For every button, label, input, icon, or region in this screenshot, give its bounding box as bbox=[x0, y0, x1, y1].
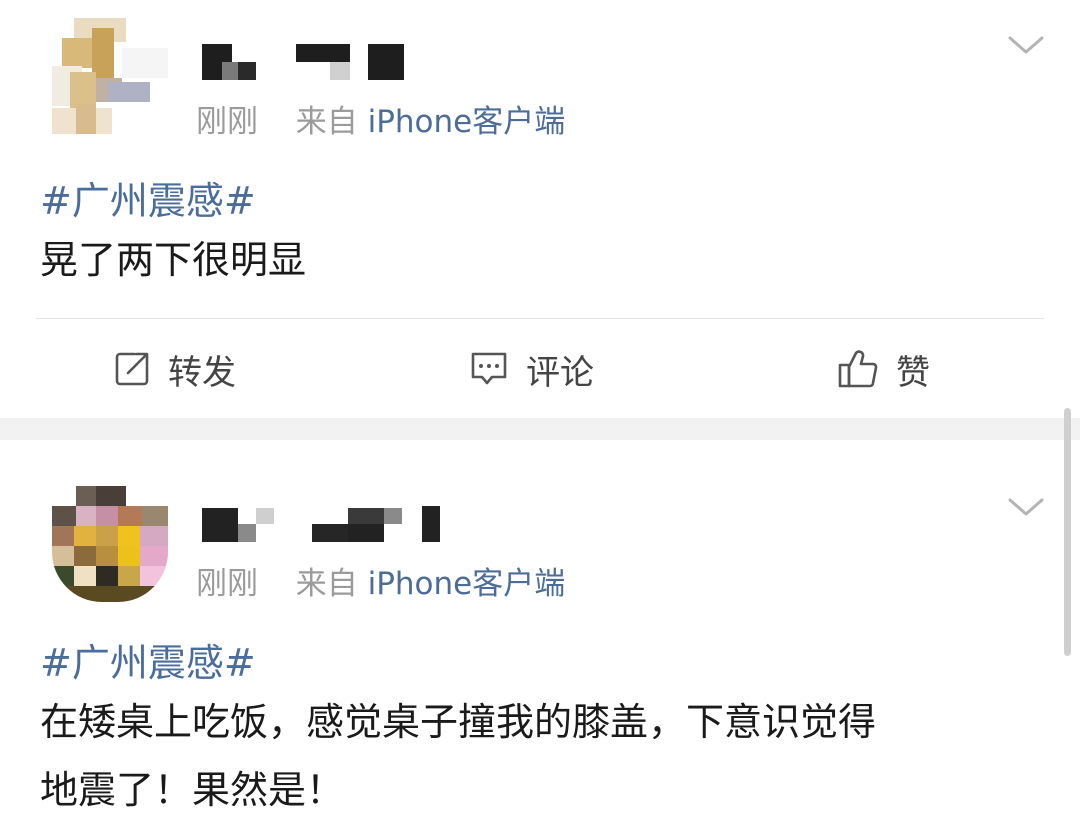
post-meta: 刚刚 来自 iPhone客户端 bbox=[196, 558, 565, 603]
like-label: 赞 bbox=[896, 352, 930, 393]
repost-label: 转发 bbox=[168, 352, 236, 393]
post-time: 刚刚 bbox=[196, 566, 258, 602]
comment-bubble-icon bbox=[468, 349, 510, 389]
feed-post: 刚刚 来自 iPhone客户端 #广州震感# 晃了两下很明显 转发 评论 赞 bbox=[0, 0, 1080, 418]
source-prefix: 来自 bbox=[295, 104, 358, 140]
post-meta: 刚刚 来自 iPhone客户端 bbox=[196, 96, 565, 141]
comment-label: 评论 bbox=[526, 352, 594, 393]
edit-square-icon bbox=[112, 349, 152, 389]
post-text-line: 地震了！果然是！ bbox=[40, 768, 345, 812]
topic-hashtag[interactable]: #广州震感# bbox=[40, 170, 256, 225]
post-time: 刚刚 bbox=[196, 104, 258, 140]
avatar[interactable] bbox=[52, 18, 168, 134]
post-text: 晃了两下很明显 bbox=[40, 238, 307, 282]
thumbs-up-icon bbox=[836, 348, 880, 390]
scrollbar[interactable] bbox=[1064, 408, 1071, 656]
source-link[interactable]: iPhone客户端 bbox=[368, 104, 566, 140]
repost-button[interactable]: 转发 bbox=[112, 344, 236, 394]
post-text-line: 在矮桌上吃饭，感觉桌子撞我的膝盖，下意识觉得 bbox=[40, 700, 877, 744]
source-prefix: 来自 bbox=[295, 566, 358, 602]
chevron-down-icon[interactable] bbox=[1006, 34, 1046, 58]
username-mosaic[interactable] bbox=[200, 44, 410, 80]
post-separator bbox=[0, 418, 1080, 440]
like-button[interactable]: 赞 bbox=[836, 344, 930, 394]
chevron-down-icon[interactable] bbox=[1006, 496, 1046, 520]
topic-hashtag[interactable]: #广州震感# bbox=[40, 632, 256, 687]
comment-button[interactable]: 评论 bbox=[468, 344, 594, 394]
post-text: 在矮桌上吃饭，感觉桌子撞我的膝盖，下意识觉得 地震了！果然是！ bbox=[40, 688, 1050, 824]
divider bbox=[36, 318, 1044, 319]
feed-post: 刚刚 来自 iPhone客户端 #广州震感# 在矮桌上吃饭，感觉桌子撞我的膝盖，… bbox=[0, 440, 1080, 826]
source-link[interactable]: iPhone客户端 bbox=[368, 566, 566, 602]
username-mosaic[interactable] bbox=[200, 506, 450, 542]
avatar[interactable] bbox=[52, 486, 168, 602]
